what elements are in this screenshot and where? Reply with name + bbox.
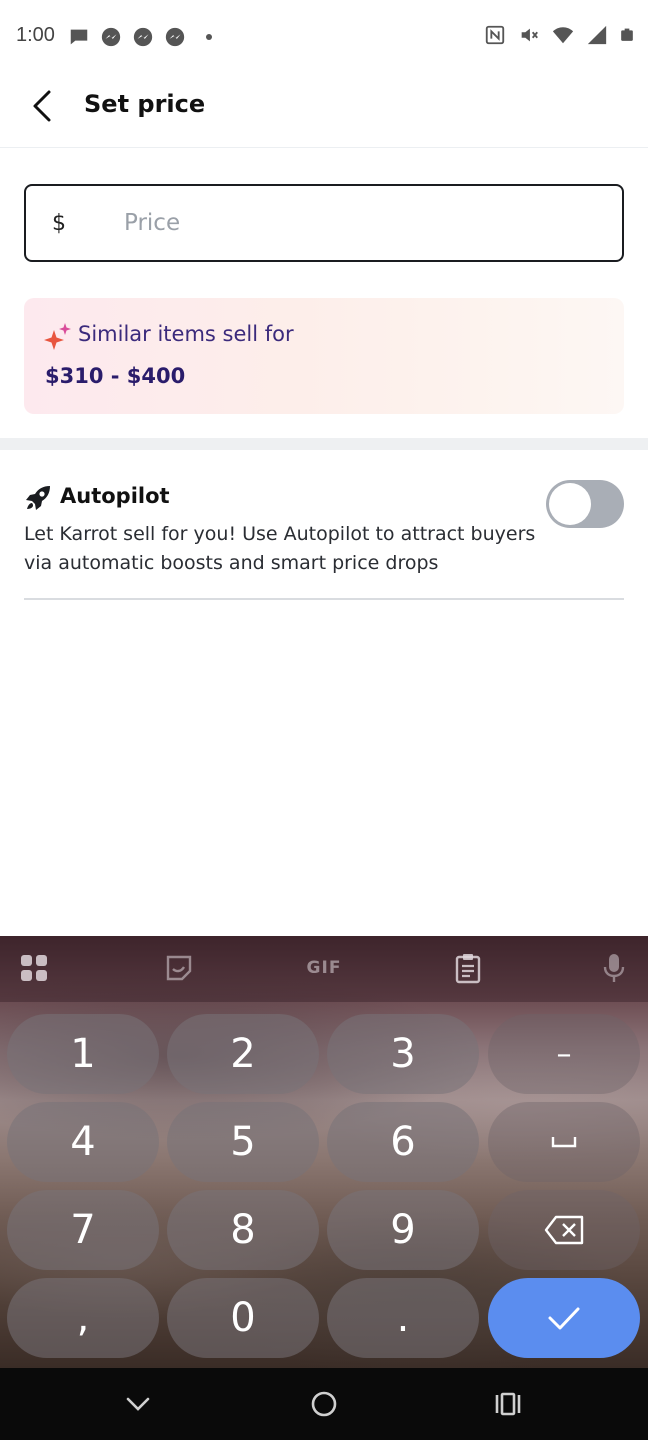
system-icons	[484, 24, 634, 46]
autopilot-divider	[24, 598, 624, 600]
page-title: Set price	[84, 90, 206, 118]
messenger-icon	[165, 27, 185, 47]
done-key[interactable]	[488, 1278, 640, 1358]
notification-icons	[68, 26, 212, 48]
key-0[interactable]: 0	[167, 1278, 319, 1358]
sparkle-icon	[44, 323, 71, 350]
chevron-down-icon	[126, 1397, 150, 1411]
autopilot-title: Autopilot	[60, 484, 170, 508]
currency-symbol: $	[52, 210, 66, 236]
key-7[interactable]: 7	[7, 1190, 159, 1270]
back-button[interactable]	[22, 84, 62, 128]
price-suggestion-card: Similar items sell for $310 - $400	[24, 298, 624, 414]
backspace-icon	[544, 1215, 584, 1245]
status-time: 1:00	[16, 24, 55, 46]
numeric-keyboard: GIF 1 2 3 – 4 5 6 7 8 9 , 0 .	[0, 936, 648, 1368]
system-nav-bar	[0, 1368, 648, 1440]
wifi-icon	[552, 27, 574, 44]
clipboard-icon	[455, 954, 481, 984]
autopilot-description: Let Karrot sell for you! Use Autopilot t…	[24, 523, 536, 574]
autopilot-toggle[interactable]	[546, 480, 624, 528]
suggestion-label: Similar items sell for	[78, 322, 294, 346]
key-5[interactable]: 5	[167, 1102, 319, 1182]
messenger-icon	[101, 27, 121, 47]
checkmark-icon	[548, 1307, 580, 1330]
key-2[interactable]: 2	[167, 1014, 319, 1094]
mic-icon	[603, 954, 625, 982]
key-comma[interactable]: ,	[7, 1278, 159, 1358]
section-divider	[0, 438, 648, 450]
key-9[interactable]: 9	[327, 1190, 479, 1270]
nav-home-button[interactable]	[304, 1386, 344, 1422]
gif-button[interactable]: GIF	[304, 950, 344, 986]
app-bar: Set price	[0, 72, 648, 148]
signal-icon	[587, 25, 607, 45]
nav-recents-button[interactable]	[488, 1386, 528, 1422]
key-8[interactable]: 8	[167, 1190, 319, 1270]
chat-bubble-icon	[70, 29, 88, 45]
clipboard-button[interactable]	[450, 950, 486, 986]
home-circle-icon	[311, 1391, 337, 1417]
space-icon	[551, 1137, 577, 1148]
gif-label: GIF	[306, 958, 342, 978]
dot-icon	[206, 34, 212, 40]
arrow-back-icon	[33, 90, 51, 122]
key-period[interactable]: .	[327, 1278, 479, 1358]
price-field[interactable]: $	[24, 184, 624, 262]
backspace-key[interactable]	[488, 1190, 640, 1270]
price-input[interactable]	[124, 210, 604, 236]
battery-icon	[621, 28, 633, 41]
messenger-icon	[133, 27, 153, 47]
space-key[interactable]	[488, 1102, 640, 1182]
vibrate-off-icon	[521, 28, 538, 42]
keyboard-toolbar: GIF	[0, 936, 648, 1002]
key-3[interactable]: 3	[327, 1014, 479, 1094]
recents-icon	[495, 1392, 521, 1416]
toggle-knob	[549, 483, 591, 525]
status-bar: 1:00	[0, 0, 648, 72]
rocket-icon	[26, 486, 50, 510]
nav-back-button[interactable]	[118, 1386, 158, 1422]
key-1[interactable]: 1	[7, 1014, 159, 1094]
apps-button[interactable]	[16, 950, 52, 986]
key-dash[interactable]: –	[488, 1014, 640, 1094]
suggested-price-range: $310 - $400	[45, 364, 186, 388]
nfc-icon	[485, 25, 505, 45]
grid-icon	[21, 955, 47, 981]
mic-button[interactable]	[596, 950, 632, 986]
sticker-icon	[166, 955, 192, 981]
sticker-button[interactable]	[161, 950, 197, 986]
key-6[interactable]: 6	[327, 1102, 479, 1182]
key-4[interactable]: 4	[7, 1102, 159, 1182]
